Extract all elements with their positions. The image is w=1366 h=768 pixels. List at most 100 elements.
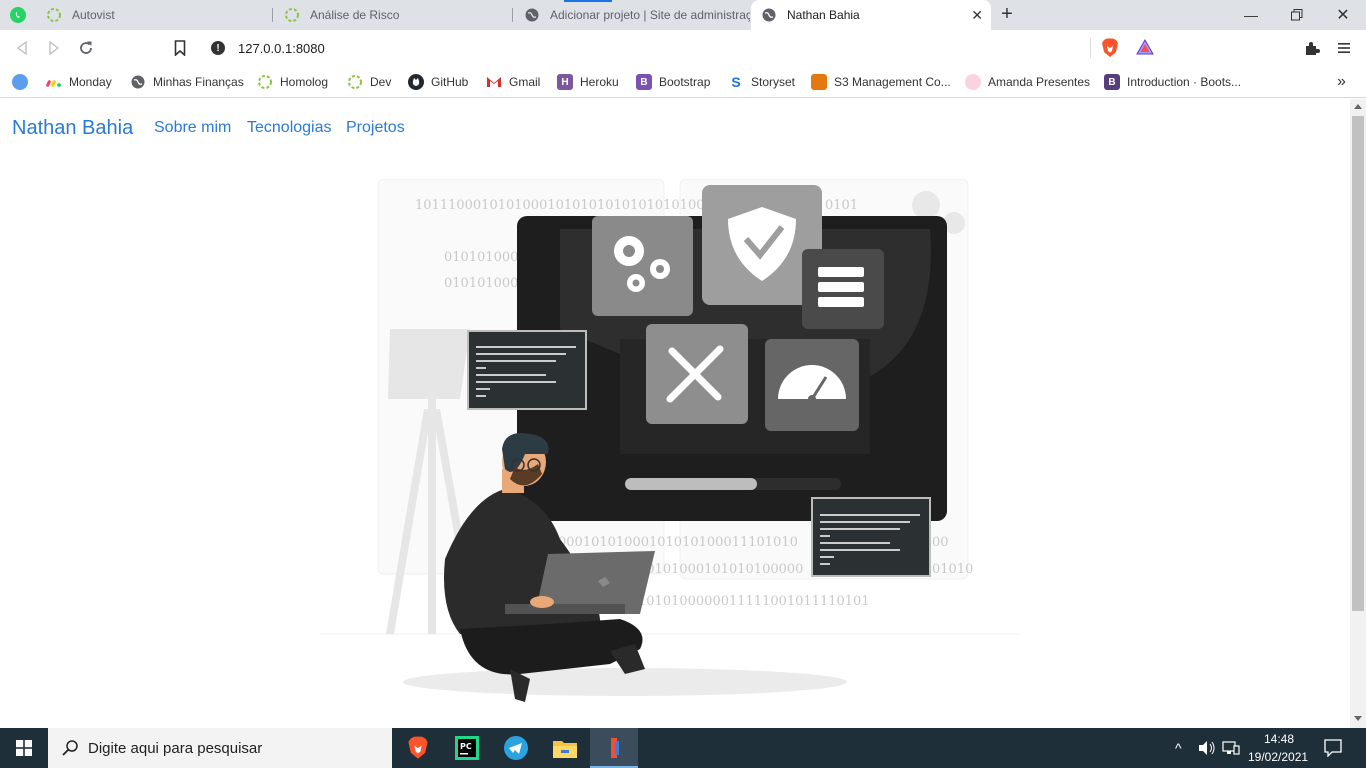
- bookmark-homolog[interactable]: Homolog: [257, 72, 328, 92]
- tab-title: Nathan Bahia: [787, 8, 860, 22]
- binary-text: 0101: [825, 198, 858, 213]
- tab-adicionar-projeto[interactable]: Adicionar projeto | Site de administraç: [514, 0, 750, 30]
- bookmark-heroku[interactable]: H Heroku: [557, 72, 619, 92]
- monday-icon: [46, 74, 62, 90]
- show-hidden-icons-icon[interactable]: ^: [1175, 740, 1182, 756]
- tab-strip: Autovist Análise de Risco Adicionar proj…: [0, 0, 1366, 30]
- bookmark-storyset[interactable]: S Storyset: [728, 72, 795, 92]
- reload-icon[interactable]: [70, 32, 102, 64]
- spinner-icon: [284, 7, 300, 23]
- tab-divider: [272, 8, 273, 22]
- tab-analise-de-risco[interactable]: Análise de Risco: [274, 0, 512, 30]
- loading-bar: [625, 478, 757, 490]
- binary-text: 1010100000011111001011110101: [638, 594, 870, 609]
- bookmark-label: Heroku: [580, 75, 619, 89]
- scroll-down-arrow-icon[interactable]: [1354, 716, 1362, 721]
- bookmark-icon[interactable]: [164, 32, 196, 64]
- bookmarks-bar: Monday Minhas Finanças Homolog Dev GitHu…: [0, 66, 1366, 98]
- gears-icon: [592, 216, 693, 316]
- new-tab-button[interactable]: +: [996, 3, 1018, 27]
- globe-icon: [524, 7, 540, 23]
- bookmark-github[interactable]: GitHub: [408, 72, 468, 92]
- notification-icon[interactable]: [1324, 739, 1342, 760]
- globe-icon: [761, 7, 777, 23]
- restore-icon[interactable]: [1274, 0, 1320, 30]
- bookmark-bootstrap[interactable]: B Bootstrap: [636, 72, 710, 92]
- nav-sobre-mim[interactable]: Sobre mim: [154, 119, 231, 137]
- globe-icon: [130, 74, 146, 90]
- menu-icon[interactable]: [1328, 32, 1360, 64]
- volume-icon[interactable]: [1198, 740, 1216, 759]
- clock-date[interactable]: 19/02/2021: [1248, 750, 1308, 764]
- back-icon[interactable]: [6, 32, 38, 64]
- file-explorer-icon[interactable]: [541, 728, 589, 768]
- brave-icon[interactable]: [394, 728, 442, 768]
- git-icon[interactable]: [590, 728, 638, 768]
- bookmark-introduction-bootstrap[interactable]: B Introduction · Boots...: [1104, 72, 1241, 92]
- scrollbar-thumb[interactable]: [1352, 116, 1364, 611]
- pycharm-icon[interactable]: PC: [443, 728, 491, 768]
- binary-text: 0101010000: [444, 276, 527, 291]
- spinner-icon: [46, 7, 62, 23]
- binary-text: 0101010000: [444, 250, 527, 265]
- binary-text: 00: [932, 535, 949, 550]
- site-info-icon[interactable]: !: [211, 41, 225, 55]
- svg-text:PC: PC: [460, 742, 472, 751]
- search-icon: [62, 740, 78, 756]
- bootstrap-icon: B: [1104, 74, 1120, 90]
- search-placeholder: Digite aqui para pesquisar: [88, 739, 263, 757]
- github-icon: [408, 74, 424, 90]
- bookmark-apps[interactable]: [12, 72, 35, 92]
- url-text: 127.0.0.1:8080: [238, 40, 325, 56]
- bookmark-label: S3 Management Co...: [834, 75, 951, 89]
- bookmark-label: Monday: [69, 75, 112, 89]
- tab-title: Adicionar projeto | Site de administraç: [550, 8, 750, 22]
- code-window: [467, 330, 587, 410]
- nav-projetos[interactable]: Projetos: [346, 119, 405, 137]
- whatsapp-icon: [10, 7, 26, 23]
- telegram-icon[interactable]: [492, 728, 540, 768]
- network-icon[interactable]: [1222, 740, 1240, 759]
- bookmark-monday[interactable]: Monday: [46, 72, 112, 92]
- close-window-icon[interactable]: ✕: [1320, 0, 1366, 30]
- minimize-icon[interactable]: —: [1228, 0, 1274, 30]
- bookmark-label: GitHub: [431, 75, 469, 89]
- brave-shields-icon[interactable]: [1101, 38, 1119, 61]
- binary-text: 1011100010101000101010101010101010000: [415, 198, 721, 213]
- tab-divider: [512, 8, 513, 22]
- forward-icon[interactable]: [38, 32, 70, 64]
- clock-time[interactable]: 14:48: [1264, 732, 1294, 746]
- bookmark-label: Dev: [370, 75, 392, 89]
- developer-illustration: 1011100010101000101010101010101010000 01…: [320, 179, 1020, 702]
- heroku-icon: H: [557, 74, 573, 90]
- binary-text: 10101000101010100000: [638, 562, 803, 577]
- more-bookmarks-button[interactable]: »: [1337, 72, 1346, 92]
- extensions-icon[interactable]: [1296, 32, 1328, 64]
- bookmark-dev[interactable]: Dev: [347, 72, 391, 92]
- bookmark-label: Homolog: [280, 75, 329, 89]
- tab-nathan-bahia[interactable]: Nathan Bahia ✕: [751, 0, 991, 30]
- bootstrap-icon: B: [636, 74, 652, 90]
- aws-icon: [811, 74, 827, 90]
- brave-rewards-icon[interactable]: [1136, 38, 1154, 58]
- omnibox-divider: [1090, 38, 1091, 58]
- bookmark-minhas-financas[interactable]: Minhas Finanças: [130, 72, 244, 92]
- close-tab-icon[interactable]: ✕: [971, 7, 983, 24]
- address-bar[interactable]: ! 127.0.0.1:8080: [203, 34, 1161, 62]
- spinner-icon: [257, 74, 273, 90]
- taskbar-search-box[interactable]: Digite aqui para pesquisar: [48, 728, 392, 768]
- brand-link[interactable]: Nathan Bahia: [12, 117, 133, 140]
- bookmark-amanda-presentes[interactable]: Amanda Presentes: [965, 72, 1090, 92]
- bookmark-label: Introduction · Boots...: [1127, 75, 1242, 89]
- nav-tecnologias[interactable]: Tecnologias: [247, 119, 332, 137]
- page-viewport: Nathan Bahia Sobre mim Tecnologias Proje…: [0, 99, 1350, 728]
- storyset-icon: S: [731, 74, 741, 90]
- bookmark-label: Minhas Finanças: [153, 75, 244, 89]
- bookmark-s3[interactable]: S3 Management Co...: [811, 72, 951, 92]
- bookmark-label: Bootstrap: [659, 75, 711, 89]
- windows-start-icon[interactable]: [0, 728, 48, 768]
- scroll-up-arrow-icon[interactable]: [1354, 104, 1362, 109]
- tab-autovist[interactable]: Autovist: [36, 0, 272, 30]
- bookmark-gmail[interactable]: Gmail: [486, 72, 540, 92]
- tab-whatsapp[interactable]: [0, 0, 36, 30]
